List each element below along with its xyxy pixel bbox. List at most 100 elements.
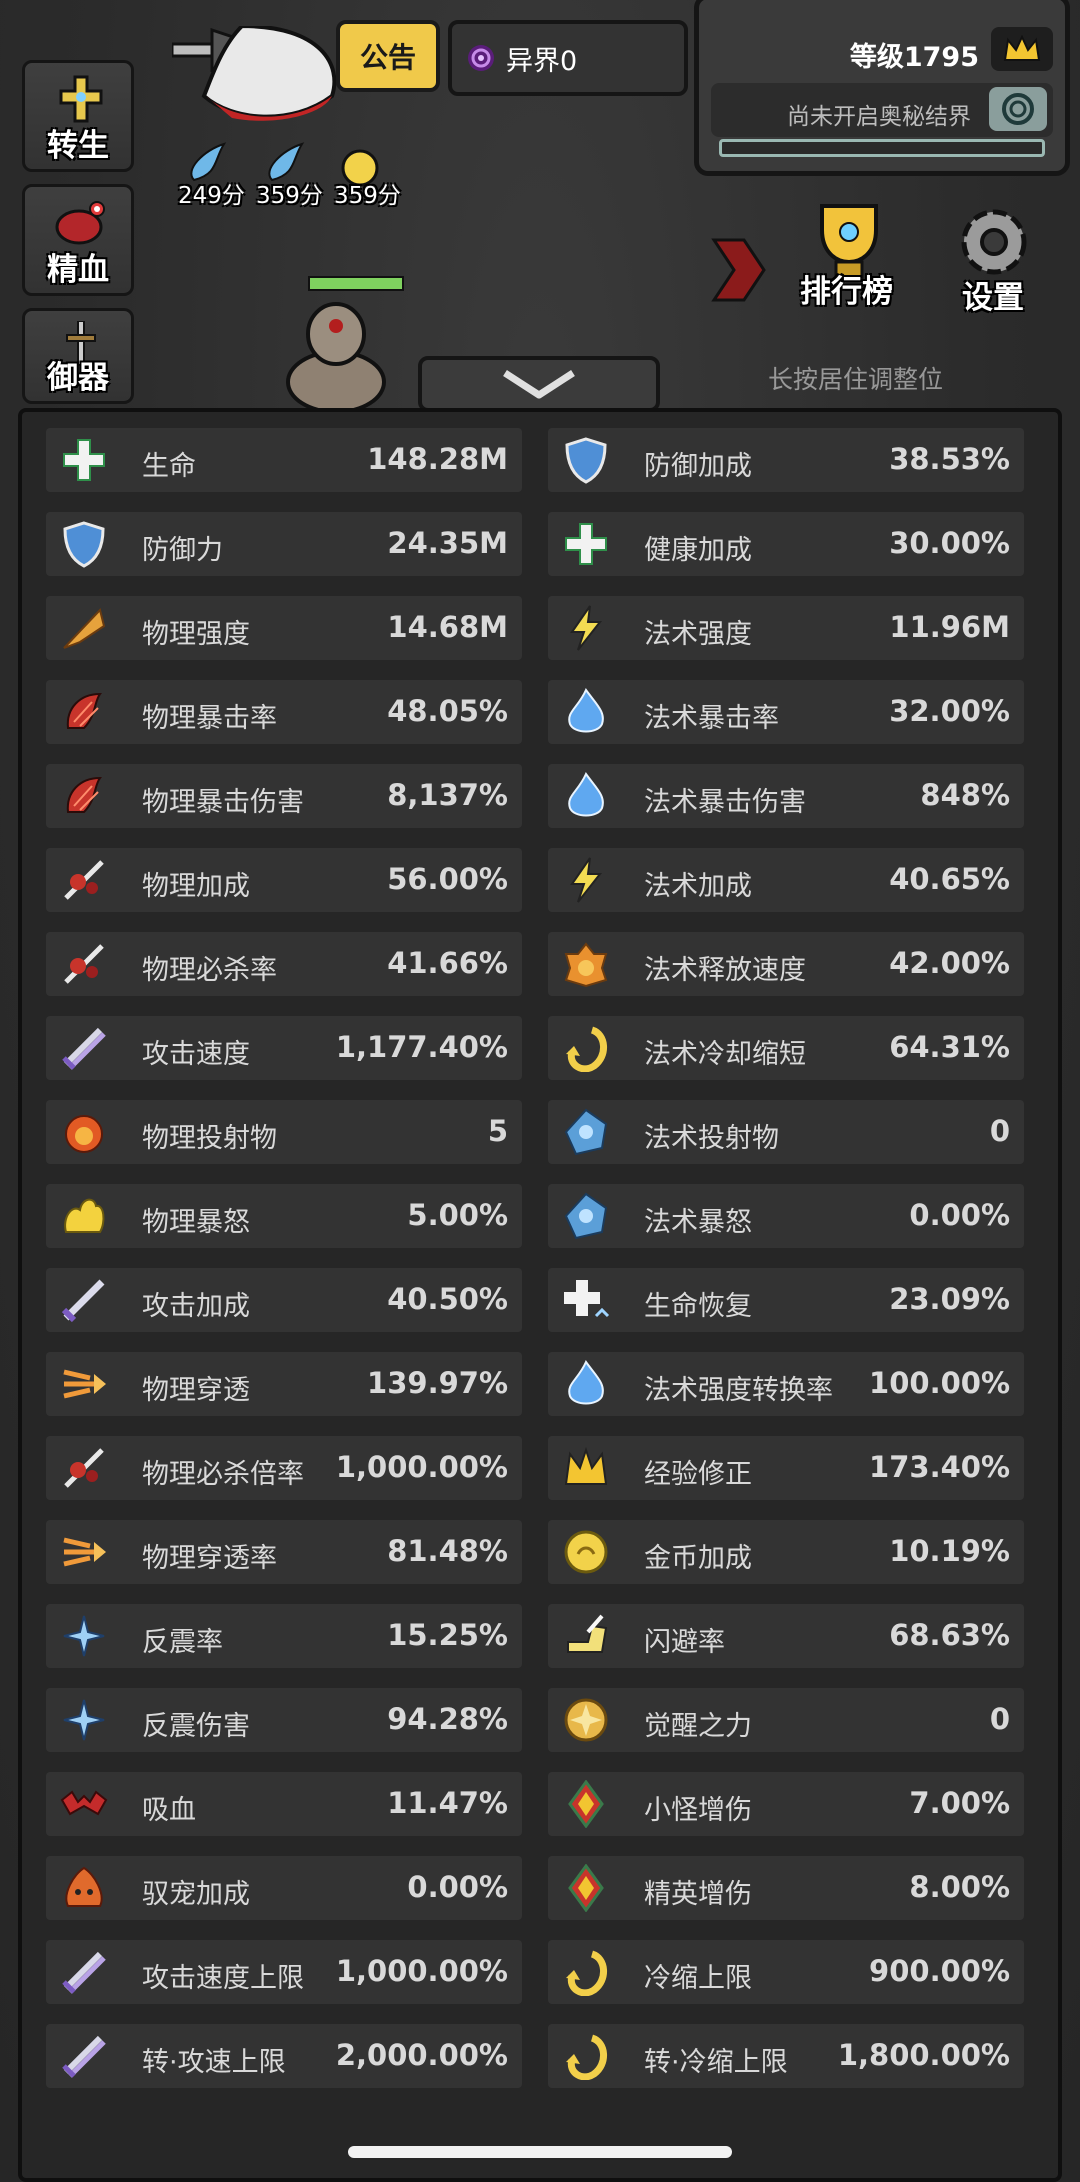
stat-value: 40.65% bbox=[889, 862, 1010, 896]
stat-value: 0.00% bbox=[909, 1198, 1010, 1232]
stat-row: 金币加成 10.19% bbox=[548, 1520, 1024, 1584]
stat-name: 法术释放速度 bbox=[644, 955, 806, 986]
stat-value: 100.00% bbox=[869, 1366, 1010, 1400]
stat-value: 8,137% bbox=[387, 778, 508, 812]
stat-value: 10.19% bbox=[889, 1534, 1010, 1568]
stat-name: 物理必杀倍率 bbox=[142, 1459, 304, 1490]
stat-name: 法术暴击伤害 bbox=[644, 787, 806, 818]
stat-row: 法术强度 11.96M bbox=[548, 596, 1024, 660]
stat-row: 小怪增伤 7.00% bbox=[548, 1772, 1024, 1836]
fireball-icon bbox=[65, 1115, 103, 1153]
stat-name: 小怪增伤 bbox=[644, 1795, 752, 1826]
claw-crit-icon bbox=[66, 776, 102, 813]
stat-value: 23.09% bbox=[889, 1282, 1010, 1316]
stat-name: 物理加成 bbox=[142, 871, 250, 902]
stat-row: 法术投射物 0 bbox=[548, 1100, 1024, 1164]
pet-slime-icon bbox=[65, 1866, 103, 1907]
stat-name: 反震率 bbox=[142, 1627, 223, 1658]
slash-blood-icon bbox=[64, 860, 104, 900]
stat-name: 法术冷却缩短 bbox=[644, 1039, 806, 1070]
arrowhead-icon bbox=[63, 607, 106, 649]
crown-button[interactable] bbox=[991, 27, 1053, 71]
stat-value: 64.31% bbox=[889, 1030, 1010, 1064]
stat-row: 冷缩上限 900.00% bbox=[548, 1940, 1024, 2004]
stat-value: 24.35M bbox=[387, 526, 508, 560]
seal-label: 尚未开启奥秘结界 bbox=[787, 104, 971, 130]
stat-row: 物理暴怒 5.00% bbox=[46, 1184, 522, 1248]
settings-label[interactable]: 设置 bbox=[962, 272, 1024, 317]
stat-value: 0 bbox=[989, 1114, 1010, 1148]
stat-row: 法术暴击伤害 848% bbox=[548, 764, 1024, 828]
rebirth-label: 转生 bbox=[47, 128, 109, 164]
blue-flame-icon bbox=[568, 772, 604, 817]
weapon-control-button[interactable]: 御器 bbox=[22, 308, 134, 404]
stat-value: 1,177.40% bbox=[335, 1030, 508, 1064]
stat-value: 900.00% bbox=[869, 1954, 1010, 1988]
red-gem-icon bbox=[568, 1864, 604, 1912]
stat-name: 防御加成 bbox=[644, 451, 752, 482]
score-1: 249分 bbox=[178, 183, 245, 209]
health-cross-icon bbox=[63, 439, 105, 481]
stat-name: 攻击速度上限 bbox=[142, 1963, 304, 1994]
notice-button[interactable]: 公告 bbox=[336, 20, 440, 92]
lightning-icon bbox=[570, 857, 603, 903]
stat-row: 物理必杀率 41.66% bbox=[46, 932, 522, 996]
stat-name: 物理投射物 bbox=[142, 1123, 277, 1154]
stat-row: 物理加成 56.00% bbox=[46, 848, 522, 912]
stat-row: 健康加成 30.00% bbox=[548, 512, 1024, 576]
rebirth-button[interactable]: 转生 bbox=[22, 60, 134, 172]
home-indicator[interactable] bbox=[348, 2146, 732, 2158]
stat-value: 0 bbox=[989, 1702, 1010, 1736]
stat-row: 物理穿透率 81.48% bbox=[46, 1520, 522, 1584]
stat-value: 40.50% bbox=[387, 1282, 508, 1316]
stat-name: 生命恢复 bbox=[644, 1291, 752, 1322]
cooldown-swirl-icon bbox=[566, 2034, 607, 2080]
vortex-icon bbox=[468, 45, 494, 71]
seal-row[interactable]: 尚未开启奥秘结界 bbox=[711, 83, 1053, 137]
stat-row: 驭宠加成 0.00% bbox=[46, 1856, 522, 1920]
blood-essence-button[interactable]: 精血 bbox=[22, 184, 134, 296]
stat-row: 物理投射物 5 bbox=[46, 1100, 522, 1164]
stat-name: 物理穿透 bbox=[142, 1375, 250, 1406]
stat-row: 物理暴击伤害 8,137% bbox=[46, 764, 522, 828]
health-cross-icon bbox=[565, 523, 607, 565]
stat-row: 法术暴怒 0.00% bbox=[548, 1184, 1024, 1248]
stat-row: 转·攻速上限 2,000.00% bbox=[46, 2024, 522, 2088]
blue-flame-icon bbox=[568, 1360, 604, 1405]
blood-meat-icon bbox=[55, 201, 105, 245]
crown-icon bbox=[564, 1446, 608, 1485]
stat-value: 48.05% bbox=[387, 694, 508, 728]
stat-name: 法术暴击率 bbox=[644, 703, 779, 734]
stat-row: 生命 148.28M bbox=[46, 428, 522, 492]
stats-panel: 生命 148.28M 防御加成 38.53% 防御力 24.35M 健康加成 30.00% 物理… bbox=[18, 408, 1062, 2182]
stat-value: 0.00% bbox=[407, 1870, 508, 1904]
stat-value: 41.66% bbox=[387, 946, 508, 980]
realm-button[interactable]: 异界0 bbox=[448, 20, 688, 96]
stat-name: 物理暴怒 bbox=[142, 1207, 250, 1238]
stat-row: 攻击速度 1,177.40% bbox=[46, 1016, 522, 1080]
stat-name: 攻击速度 bbox=[142, 1039, 250, 1070]
stat-name: 法术暴怒 bbox=[644, 1207, 752, 1238]
stat-row: 法术冷却缩短 64.31% bbox=[548, 1016, 1024, 1080]
stat-name: 攻击加成 bbox=[142, 1291, 250, 1322]
stat-row: 转·冷缩上限 1,800.00% bbox=[548, 2024, 1024, 2088]
collapse-panel-button[interactable] bbox=[418, 356, 660, 412]
stat-value: 14.68M bbox=[387, 610, 508, 644]
stat-value: 2,000.00% bbox=[335, 2038, 508, 2072]
ranking-label[interactable]: 排行榜 bbox=[800, 266, 893, 311]
double-sword-icon bbox=[62, 1951, 106, 1994]
level-label: 等级1795 bbox=[849, 42, 979, 73]
stat-row: 法术暴击率 32.00% bbox=[548, 680, 1024, 744]
seal-progress-bar bbox=[719, 139, 1045, 157]
stat-value: 148.28M bbox=[367, 442, 508, 476]
stat-value: 7.00% bbox=[909, 1786, 1010, 1820]
stat-value: 42.00% bbox=[889, 946, 1010, 980]
blue-flame-icon bbox=[568, 688, 604, 733]
stat-value: 1,000.00% bbox=[335, 1450, 508, 1484]
stat-name: 物理强度 bbox=[142, 619, 250, 650]
hint-text: 长按居住调整位 bbox=[768, 365, 944, 394]
stat-name: 反震伤害 bbox=[142, 1711, 250, 1742]
bat-icon bbox=[60, 1790, 108, 1816]
stat-value: 94.28% bbox=[387, 1702, 508, 1736]
stat-value: 11.47% bbox=[387, 1786, 508, 1820]
